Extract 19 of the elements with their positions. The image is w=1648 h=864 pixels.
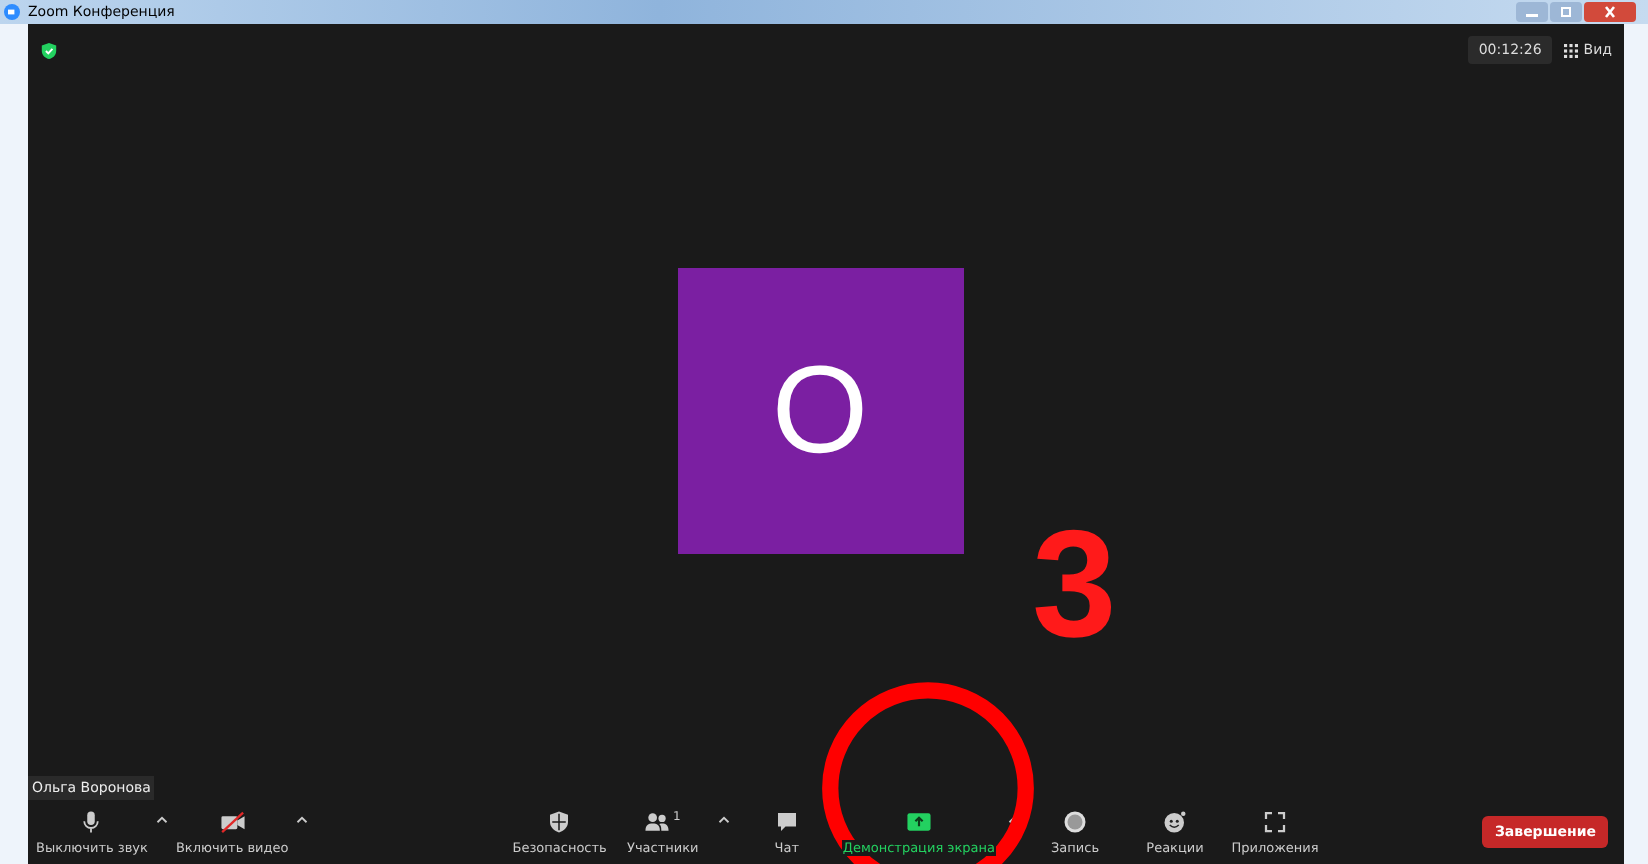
people-icon bbox=[644, 809, 671, 833]
close-button[interactable] bbox=[1584, 2, 1636, 22]
close-icon bbox=[1600, 6, 1620, 18]
apps-icon bbox=[1262, 809, 1289, 833]
maximize-icon bbox=[1556, 6, 1576, 18]
smiley-icon bbox=[1162, 809, 1189, 833]
camera-app-icon bbox=[4, 4, 20, 20]
microphone-icon bbox=[78, 809, 105, 833]
shield-icon[interactable] bbox=[40, 41, 58, 59]
caret-icon[interactable] bbox=[155, 815, 168, 823]
caret-icon[interactable] bbox=[296, 815, 309, 823]
share-screen-icon bbox=[905, 809, 932, 833]
grid-icon bbox=[1563, 43, 1578, 57]
caret-icon[interactable] bbox=[718, 815, 731, 823]
participant-avatar: O bbox=[677, 268, 963, 554]
speech-bubble-icon bbox=[773, 809, 800, 833]
shield-icon bbox=[546, 809, 573, 833]
record-icon bbox=[1062, 809, 1089, 833]
annotation-number: 3 bbox=[1032, 510, 1117, 662]
